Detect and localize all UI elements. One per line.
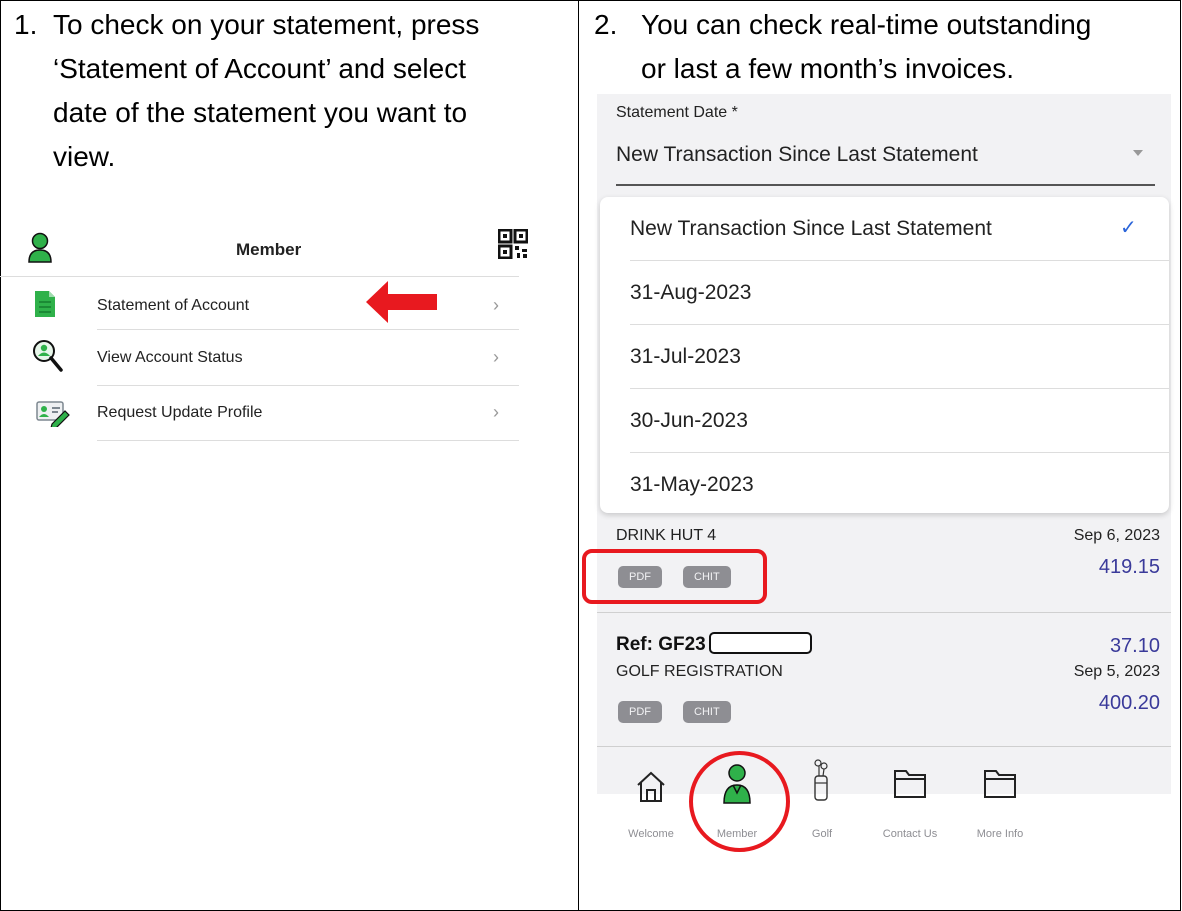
menu-divider [97,385,519,386]
chevron-right-icon: › [493,347,499,367]
option-label: 31-Aug-2023 [630,281,752,304]
home-icon[interactable] [636,771,666,808]
menu-item-statement-of-account[interactable]: Statement of Account › [0,283,578,327]
dropdown-option[interactable]: 31-May-2023 [630,453,1169,513]
folder-icon[interactable] [983,767,1017,804]
txn-1-amount: 419.15 [1098,556,1160,578]
dropdown-option[interactable]: New Transaction Since Last Statement ✓ [630,197,1169,261]
qr-code-icon[interactable] [497,228,529,264]
tab-bar-divider [597,746,1171,747]
document-icon [34,290,56,323]
dropdown-option[interactable]: 31-Jul-2023 [630,325,1169,389]
redacted-box [709,632,812,654]
txn-2-description: GOLF REGISTRATION [616,663,783,680]
txn-2-date: Sep 5, 2023 [1073,663,1160,680]
statement-date-select[interactable]: New Transaction Since Last Statement [616,143,978,167]
chit-button[interactable]: CHIT [683,701,731,723]
option-label: 31-Jul-2023 [630,345,741,368]
pdf-button[interactable]: PDF [618,701,662,723]
step-1-line-4: view. [53,141,116,172]
txn-1-date: Sep 6, 2023 [1073,527,1160,544]
option-label: 30-Jun-2023 [630,409,748,432]
header-divider [0,276,519,277]
column-divider [578,0,579,911]
txn-2-amount: 400.20 [1098,692,1160,714]
tab-golf[interactable]: Golf [782,828,862,840]
select-underline [616,184,1155,186]
transaction-divider [597,612,1171,613]
statement-date-dropdown: New Transaction Since Last Statement ✓ 3… [600,197,1169,513]
highlight-pdf-chit-box [582,549,767,604]
txn-2-ref: Ref: GF23 [616,634,706,655]
user-icon[interactable] [27,232,53,269]
chevron-right-icon: › [493,295,499,315]
tab-welcome[interactable]: Welcome [611,828,691,840]
step-2-number: 2. [594,9,618,40]
dropdown-option[interactable]: 30-Jun-2023 [630,389,1169,453]
dropdown-caret-icon[interactable] [1133,150,1143,156]
step-1-line-2: ‘Statement of Account’ and select [53,53,466,84]
step-1-line-1: To check on your statement, press [53,9,480,40]
menu-divider [97,329,519,330]
member-title: Member [236,240,302,259]
magnifier-user-icon [32,339,64,378]
step-1-line-3: date of the statement you want to [53,97,468,128]
menu-label-update-profile: Request Update Profile [97,404,263,421]
option-label: New Transaction Since Last Statement [630,217,992,240]
red-arrow-annotation [366,281,438,328]
menu-label-account-status: View Account Status [97,349,243,366]
menu-item-request-update-profile[interactable]: Request Update Profile › [0,390,578,434]
step-2-line-2: or last a few month’s invoices. [641,53,1014,84]
golf-bag-icon[interactable] [810,759,832,808]
menu-label-statement: Statement of Account [97,297,250,314]
txn-2-ref-amount: 37.10 [1109,635,1160,657]
chevron-right-icon: › [493,402,499,422]
dropdown-option[interactable]: 31-Aug-2023 [630,261,1169,325]
tab-more-info[interactable]: More Info [960,828,1040,840]
id-card-edit-icon [36,399,70,432]
txn-1-description: DRINK HUT 4 [616,527,717,544]
step-1-number: 1. [14,9,38,40]
checkmark-icon: ✓ [1120,217,1137,239]
menu-divider [97,440,519,441]
statement-date-label: Statement Date * [616,104,738,121]
option-label: 31-May-2023 [630,473,754,496]
step-2-line-1: You can check real-time outstanding [641,9,1092,40]
highlight-member-circle [689,751,790,852]
folder-icon[interactable] [893,767,927,804]
menu-item-view-account-status[interactable]: View Account Status › [0,335,578,379]
tab-contact-us[interactable]: Contact Us [870,828,950,840]
